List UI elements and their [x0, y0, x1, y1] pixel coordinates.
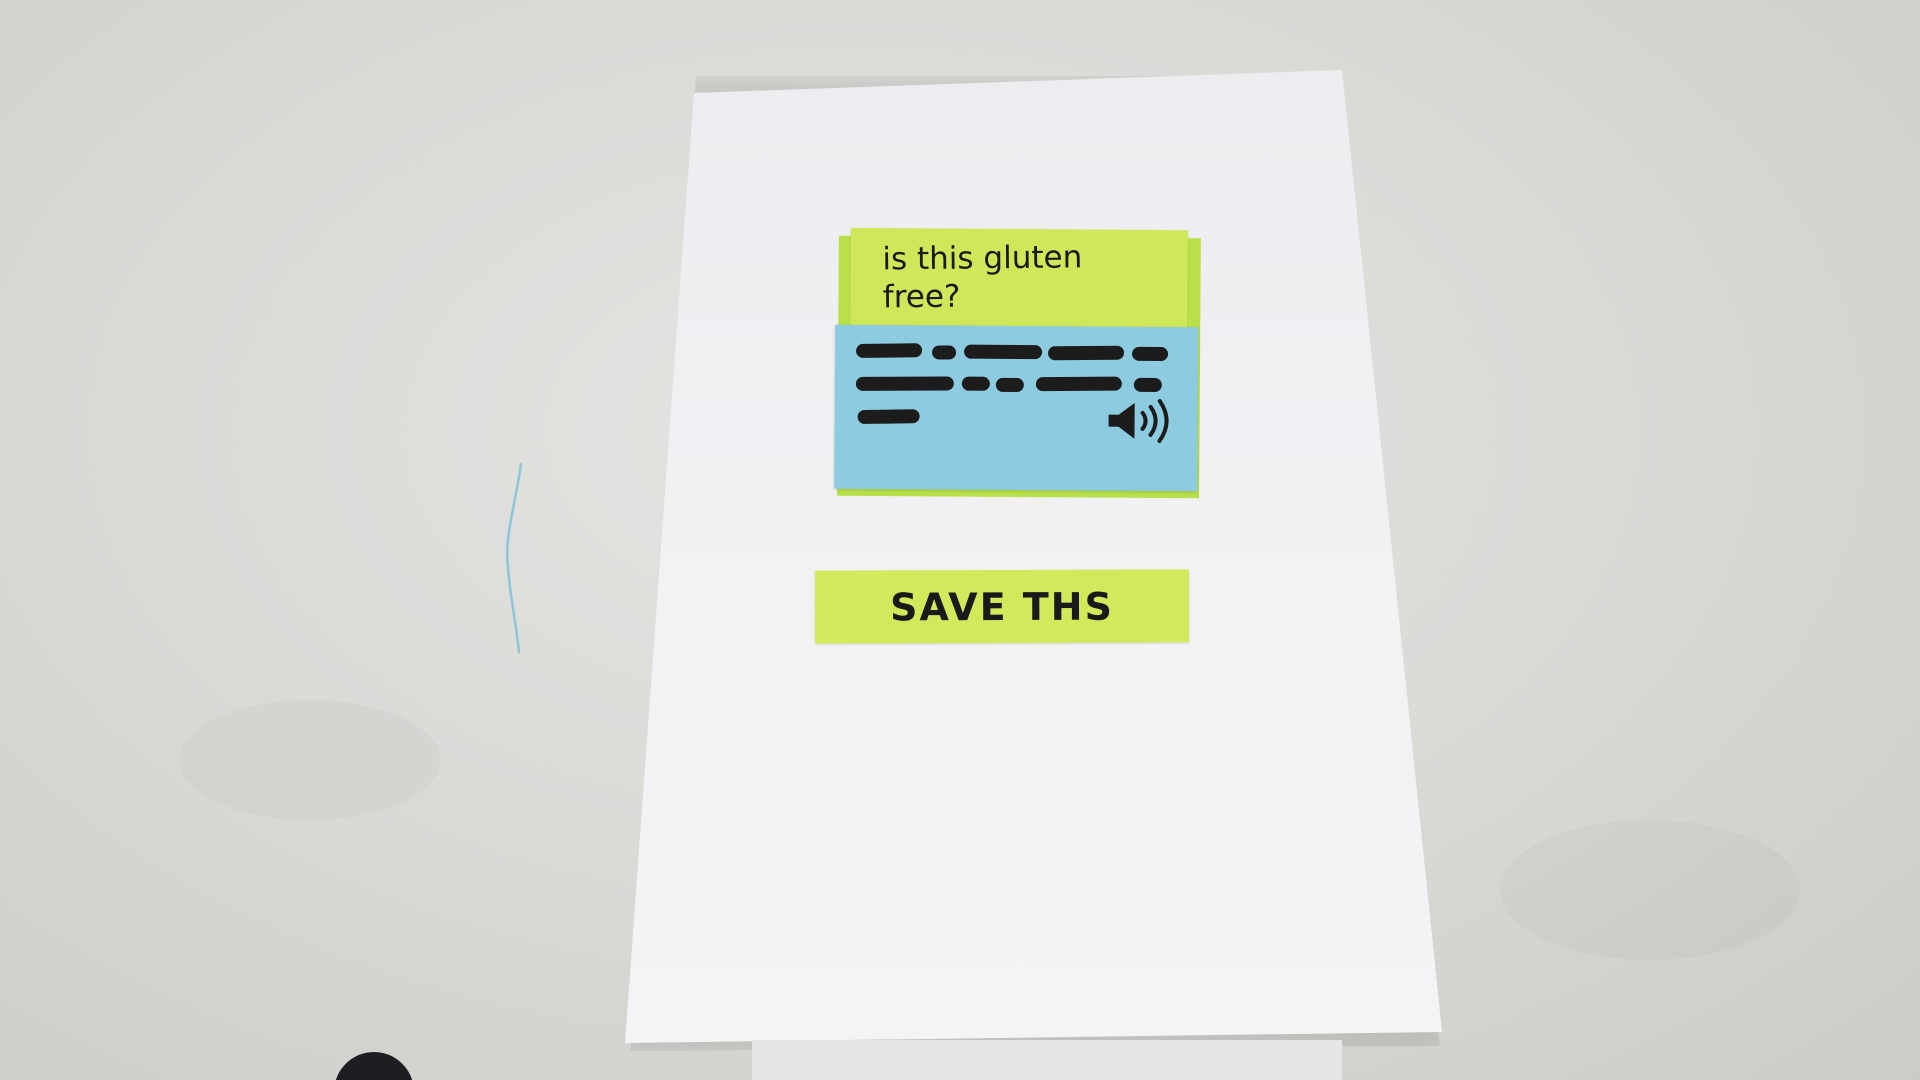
speaker-volume-icon[interactable] — [1106, 397, 1181, 446]
blue-paper-scrap — [506, 462, 523, 654]
question-sticky-note: is this gluten free? — [850, 227, 1188, 331]
table-surface-mark — [1500, 820, 1800, 960]
save-button-label: SAVE THS — [889, 584, 1115, 629]
table-surface-mark — [180, 700, 440, 820]
paper-bottom-edge — [752, 1040, 1342, 1080]
marker-cap — [334, 1052, 414, 1080]
prototype-screen: is this gluten free? — [834, 227, 1201, 499]
answer-sticky-note — [834, 324, 1199, 492]
question-text: is this gluten free? — [882, 239, 1083, 316]
save-this-button[interactable]: SAVE THS — [814, 569, 1190, 644]
